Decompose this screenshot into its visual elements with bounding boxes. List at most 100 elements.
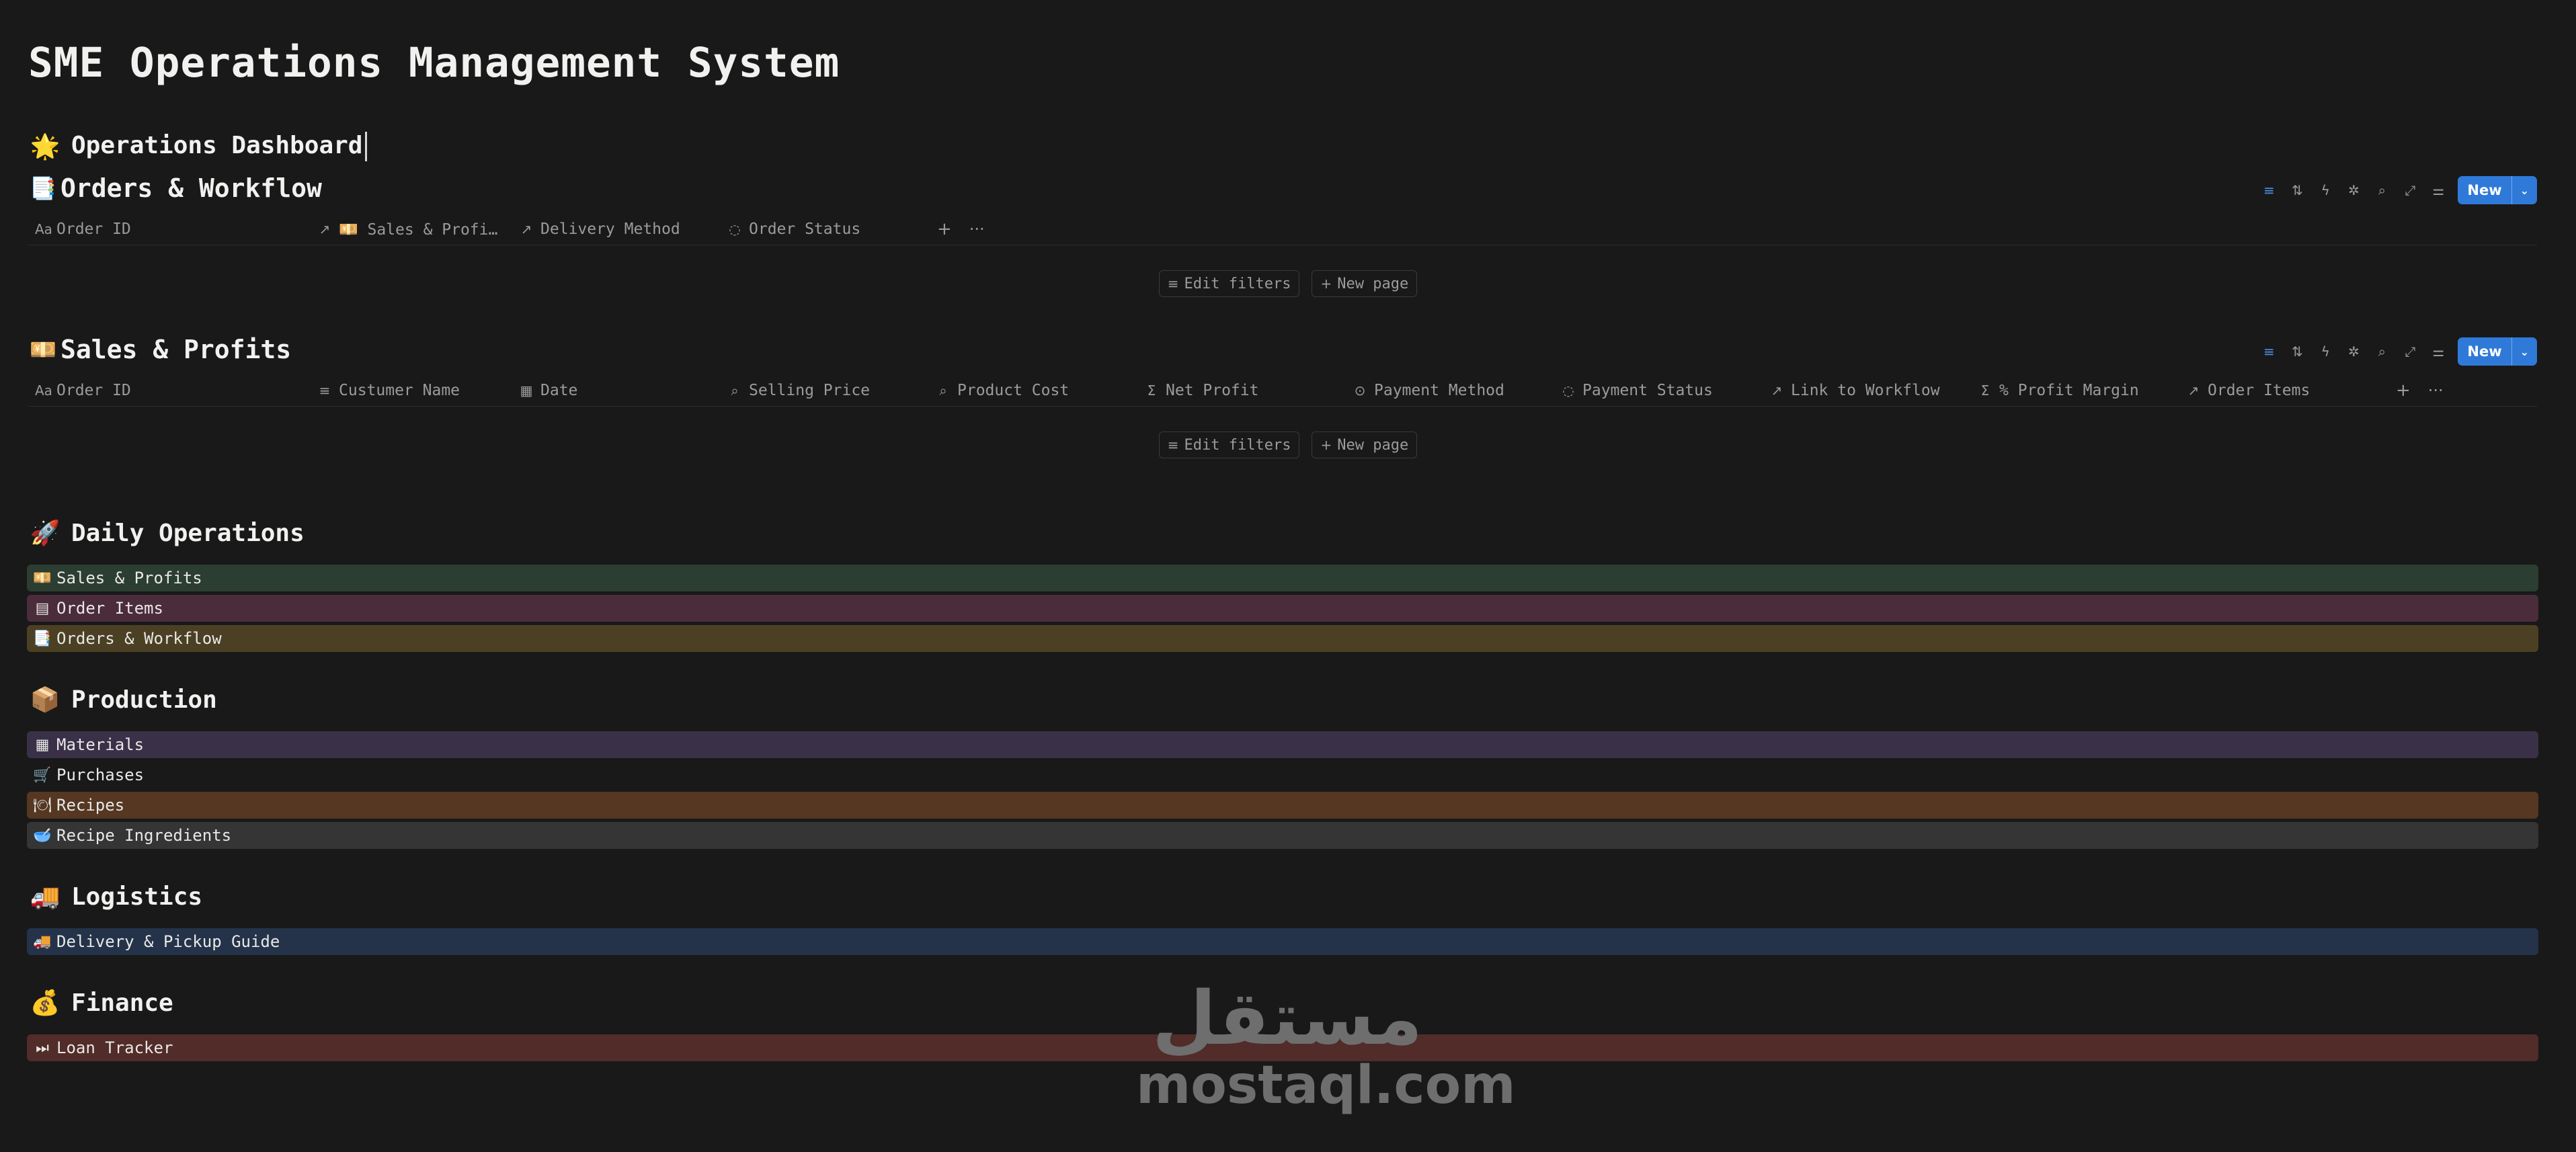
relation-icon: ↗	[319, 221, 331, 237]
column-order-items[interactable]: ↗ Order Items	[2179, 382, 2388, 399]
truck-icon: 🚚	[33, 933, 52, 950]
sort-icon[interactable]: ⇅	[2283, 337, 2311, 366]
column-label: Selling Price	[749, 382, 871, 399]
column-date[interactable]: ▦ Date	[512, 382, 721, 399]
search-icon[interactable]: ⌕	[2368, 337, 2396, 366]
column-order-id[interactable]: Aa Order ID	[28, 220, 311, 238]
orders-db-toolbar: ≡ ⇅ ϟ ✲ ⌕ ⤢ ⚌ New ⌄	[2255, 176, 2537, 204]
sales-new-button[interactable]: New ⌄	[2458, 337, 2537, 366]
settings-icon[interactable]: ⚌	[2424, 176, 2452, 204]
filter-icon[interactable]: ≡	[2255, 176, 2283, 204]
search-icon[interactable]: ⌕	[2368, 176, 2396, 204]
section-title: Logistics	[71, 882, 203, 911]
orders-new-button[interactable]: New ⌄	[2458, 176, 2537, 204]
new-button-label[interactable]: New	[2458, 176, 2511, 204]
column-order-status[interactable]: ◌ Order Status	[721, 220, 929, 238]
column-order-id[interactable]: Aa Order ID	[28, 382, 311, 399]
package-icon: 📦	[30, 686, 61, 714]
column-link-to-workflow[interactable]: ↗ Link to Workflow	[1763, 382, 1971, 399]
more-icon[interactable]: ···	[2411, 381, 2444, 400]
automation-icon[interactable]: ✲	[2339, 337, 2368, 366]
bookmark-tabs-icon: 📑	[30, 175, 56, 201]
edit-filters-button[interactable]: ≡ Edit filters	[1158, 270, 1300, 297]
column-label: % Profit Margin	[1999, 382, 2139, 399]
filter-icon[interactable]: ≡	[2255, 337, 2283, 366]
column-label: Order ID	[56, 220, 131, 238]
link-label: Materials	[56, 735, 145, 754]
link-delivery-pickup-guide[interactable]: 🚚 Delivery & Pickup Guide	[27, 928, 2538, 955]
link-label: Delivery & Pickup Guide	[56, 932, 280, 951]
section-heading-daily-operations: 🚀 Daily Operations	[28, 519, 305, 548]
link-recipes[interactable]: 🍽 Recipes	[27, 792, 2538, 819]
grid-icon: ▦	[35, 736, 50, 753]
link-label: Loan Tracker	[56, 1038, 173, 1057]
sort-icon[interactable]: ⇅	[2283, 176, 2311, 204]
expand-icon[interactable]: ⤢	[2396, 337, 2424, 366]
more-icon[interactable]: ···	[952, 220, 985, 239]
column-sales-profits[interactable]: ↗ 💴 Sales & Profi…	[311, 220, 512, 239]
column-delivery-method[interactable]: ↗ Delivery Method	[512, 220, 721, 238]
fast-forward-icon: ⏭	[36, 1039, 49, 1057]
automation-icon[interactable]: ✲	[2339, 176, 2368, 204]
text-lines-icon: ≡	[319, 382, 331, 399]
column-label: Link to Workflow	[1791, 382, 1940, 399]
search-icon: ⌕	[731, 382, 739, 399]
chevron-down-icon[interactable]: ⌄	[2511, 337, 2537, 366]
sales-db-toolbar: ≡ ⇅ ϟ ✲ ⌕ ⤢ ⚌ New ⌄	[2255, 337, 2537, 366]
money-bag-icon: 💰	[30, 989, 61, 1017]
column-net-profit[interactable]: Σ Net Profit	[1137, 382, 1346, 399]
edit-filters-button[interactable]: ≡ Edit filters	[1158, 431, 1300, 458]
column-label: Order Status	[749, 220, 861, 238]
section-heading-finance: 💰 Finance	[28, 989, 173, 1018]
link-label: Orders & Workflow	[56, 629, 222, 648]
orders-table-header: Aa Order ID ↗ 💴 Sales & Profi… ↗ Delivery M…	[28, 214, 2537, 245]
link-label: Order Items	[56, 599, 163, 618]
section-title: Production	[71, 686, 217, 714]
link-materials[interactable]: ▦ Materials	[27, 731, 2538, 758]
bookmark-tabs-icon: 📑	[33, 630, 52, 647]
text-prop-icon: Aa	[35, 221, 52, 237]
settings-icon[interactable]: ⚌	[2424, 337, 2452, 366]
chevron-down-icon[interactable]: ⌄	[2511, 176, 2537, 204]
sigma-icon: Σ	[1147, 382, 1156, 399]
new-page-button[interactable]: + New page	[1312, 431, 1418, 458]
lightning-icon[interactable]: ϟ	[2311, 337, 2339, 366]
relation-icon: ↗	[1771, 382, 1783, 399]
add-column-icon[interactable]: +	[929, 219, 952, 239]
link-purchases[interactable]: 🛒 Purchases	[27, 762, 2538, 788]
watermark: مستقل mostaql.com	[1136, 981, 1516, 1116]
column-payment-status[interactable]: ◌ Payment Status	[1554, 382, 1763, 399]
new-page-label: New page	[1337, 275, 1409, 292]
calendar-icon: ▦	[520, 382, 533, 399]
dashboard-heading-text[interactable]: Operations Dashboard	[71, 132, 368, 161]
lightning-icon[interactable]: ϟ	[2311, 176, 2339, 204]
orders-db-title[interactable]: 📑 Orders & Workflow	[28, 173, 322, 203]
expand-icon[interactable]: ⤢	[2396, 176, 2424, 204]
column-payment-method[interactable]: ⊙ Payment Method	[1346, 382, 1554, 399]
column-selling-price[interactable]: ⌕ Selling Price	[721, 382, 929, 399]
search-icon: ⌕	[939, 382, 947, 399]
sales-db-title[interactable]: 💴 Sales & Profits	[28, 335, 291, 364]
dashboard-heading[interactable]: 🌟 Operations Dashboard	[28, 132, 368, 161]
add-column-icon[interactable]: +	[2388, 380, 2411, 401]
link-sales-profits[interactable]: 💴 Sales & Profits	[27, 565, 2538, 591]
edit-filters-label: Edit filters	[1184, 436, 1291, 454]
column-label: Payment Method	[1374, 382, 1504, 399]
new-button-label[interactable]: New	[2458, 337, 2511, 366]
column-customer-name[interactable]: ≡ Custumer Name	[311, 382, 512, 399]
column-product-cost[interactable]: ⌕ Product Cost	[929, 382, 1137, 399]
filter-icon: ≡	[1167, 276, 1179, 292]
new-page-label: New page	[1337, 436, 1409, 454]
text-prop-icon: Aa	[35, 382, 52, 399]
star-icon: 🌟	[30, 133, 61, 161]
page-title: SME Operations Management System	[28, 39, 840, 87]
text-cursor	[365, 132, 368, 161]
relation-icon: ↗	[2187, 382, 2200, 399]
link-order-items[interactable]: ▤ Order Items	[27, 595, 2538, 622]
link-orders-workflow[interactable]: 📑 Orders & Workflow	[27, 625, 2538, 652]
column-label: Delivery Method	[540, 220, 680, 238]
column-profit-margin[interactable]: Σ % Profit Margin	[1971, 382, 2179, 399]
link-recipe-ingredients[interactable]: 🥣 Recipe Ingredients	[27, 822, 2538, 849]
new-page-button[interactable]: + New page	[1312, 270, 1418, 297]
column-label: Date	[540, 382, 578, 399]
